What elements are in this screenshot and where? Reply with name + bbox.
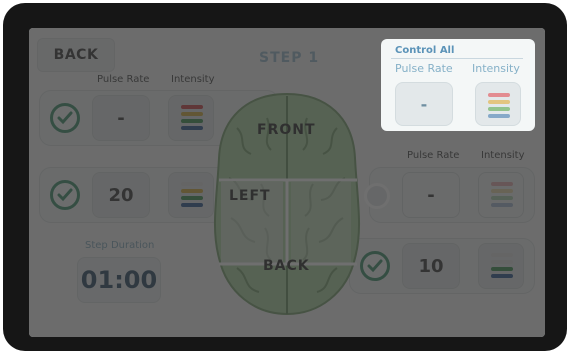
back-region-label[interactable]: BACK xyxy=(263,258,310,274)
left-pulse-rate[interactable]: 20 xyxy=(92,172,150,218)
brain-map: FRONT LEFT BACK xyxy=(207,88,367,320)
front-pulse-rate[interactable]: - xyxy=(92,95,150,141)
tablet-frame: BACK STEP 1 Pulse Rate Intensity - 20 Pu… xyxy=(3,3,567,351)
control-all-title: Control All xyxy=(395,45,455,56)
left-region-label[interactable]: LEFT xyxy=(229,188,271,204)
intensity-bars-icon xyxy=(491,253,513,281)
check-icon xyxy=(57,188,73,202)
back-pulse-rate[interactable]: 10 xyxy=(402,243,460,289)
back-intensity-button[interactable] xyxy=(478,243,524,289)
control-all-panel: Control All Pulse Rate Intensity - xyxy=(381,39,535,131)
left-checkbox[interactable] xyxy=(50,180,80,210)
intensity-header: Intensity xyxy=(481,150,525,161)
right-pulse-rate[interactable]: - xyxy=(402,172,460,218)
control-all-intensity-header: Intensity xyxy=(472,62,520,75)
app-screen: BACK STEP 1 Pulse Rate Intensity - 20 Pu… xyxy=(29,28,545,337)
control-all-intensity-button[interactable] xyxy=(475,82,521,126)
intensity-bars-icon xyxy=(491,182,513,210)
intensity-bars-icon xyxy=(181,105,203,133)
step-title: STEP 1 xyxy=(259,50,320,66)
step-duration-value[interactable]: 01:00 xyxy=(77,257,161,303)
pulse-rate-header: Pulse Rate xyxy=(97,74,150,85)
divider xyxy=(391,58,523,59)
check-icon xyxy=(57,111,73,125)
check-icon xyxy=(367,259,383,273)
intensity-bars-icon xyxy=(181,182,203,210)
right-region-toggle[interactable] xyxy=(364,183,390,209)
front-checkbox[interactable] xyxy=(50,103,80,133)
pulse-rate-header: Pulse Rate xyxy=(407,150,460,161)
step-duration-label: Step Duration xyxy=(85,240,155,251)
intensity-bars-icon xyxy=(488,93,510,121)
back-region-row: 10 xyxy=(349,238,535,294)
front-region-label[interactable]: FRONT xyxy=(257,122,316,138)
control-all-pulse-rate-header: Pulse Rate xyxy=(395,62,453,75)
right-intensity-button[interactable] xyxy=(478,172,524,218)
intensity-header: Intensity xyxy=(171,74,215,85)
back-button[interactable]: BACK xyxy=(37,38,115,72)
control-all-pulse-rate[interactable]: - xyxy=(395,82,453,126)
right-region-row: - xyxy=(369,167,535,223)
